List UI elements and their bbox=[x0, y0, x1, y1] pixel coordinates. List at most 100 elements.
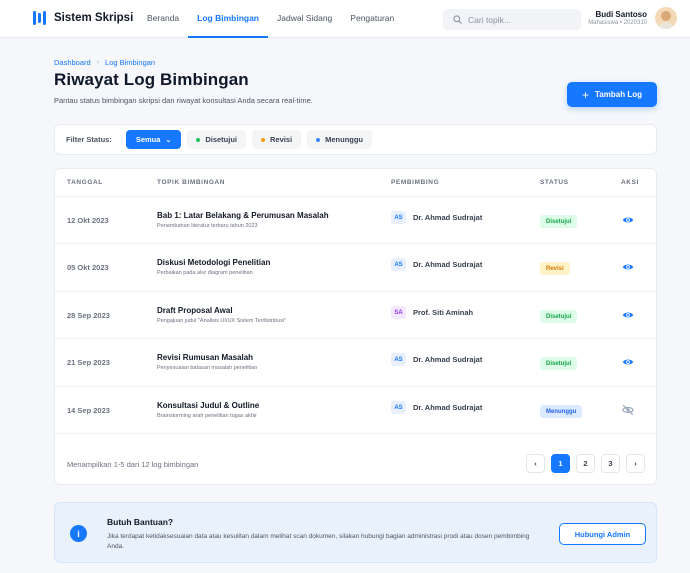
filter-chip-label: Disetujui bbox=[205, 135, 237, 144]
brand-name: Sistem Skripsi bbox=[54, 12, 134, 24]
filter-chip-semua[interactable]: Semua ⌄ bbox=[125, 130, 182, 149]
pagination-next-button[interactable]: › bbox=[626, 454, 645, 473]
pagination-prev-button[interactable]: ‹ bbox=[526, 454, 545, 473]
brand-logo-icon bbox=[33, 11, 46, 25]
nav-item-log-bimbingan[interactable]: Log Bimbingan bbox=[188, 0, 268, 38]
nav-item-jadwal-sidang[interactable]: Jadwal Sidang bbox=[268, 0, 341, 38]
user-role: Mahasiswa • 2020310 bbox=[588, 20, 647, 26]
row-topic-title: Diskusi Metodologi Penelitian bbox=[157, 258, 271, 267]
row-advisor: AS Dr. Ahmad Sudrajat bbox=[391, 401, 482, 414]
user-menu[interactable]: Budi Santoso Mahasiswa • 2020310 bbox=[588, 7, 677, 29]
info-icon: i bbox=[70, 525, 87, 542]
breadcrumb-dashboard[interactable]: Dashboard bbox=[54, 58, 91, 67]
row-topic: Draft Proposal Awal Pengajuan judul "Ana… bbox=[157, 306, 286, 324]
row-advisor: AS Dr. Ahmad Sudrajat bbox=[391, 258, 482, 271]
breadcrumb-separator-icon: › bbox=[96, 59, 100, 66]
pagination-info: Menampilkan 1-5 dari 12 log bimbingan bbox=[67, 460, 199, 469]
row-topic-desc: Penyesuaian batasan masalah penelitian bbox=[157, 365, 258, 371]
contact-admin-button[interactable]: Hubungi Admin bbox=[559, 523, 646, 545]
table-row[interactable]: 28 Sep 2023 Draft Proposal Awal Pengajua… bbox=[55, 292, 656, 339]
avatar[interactable] bbox=[655, 7, 677, 29]
nav-item-pengaturan[interactable]: Pengaturan bbox=[341, 0, 403, 38]
pagination: ‹ 1 2 3 › bbox=[526, 454, 645, 473]
pagination-page-1[interactable]: 1 bbox=[551, 454, 570, 473]
filter-bar: Filter Status: Semua ⌄ Disetujui Revisi … bbox=[54, 124, 657, 155]
advisor-name: Dr. Ahmad Sudrajat bbox=[413, 355, 483, 364]
table-row[interactable]: 12 Okt 2023 Bab 1: Latar Belakang & Peru… bbox=[55, 197, 656, 244]
advisor-initials-avatar: AS bbox=[391, 258, 406, 271]
main-nav: Beranda Log Bimbingan Jadwal Sidang Peng… bbox=[138, 0, 403, 38]
nav-item-beranda[interactable]: Beranda bbox=[138, 0, 188, 38]
column-header-date[interactable]: TANGGAL bbox=[67, 179, 103, 186]
filter-chip-revisi[interactable]: Revisi bbox=[252, 130, 302, 149]
row-topic: Diskusi Metodologi Penelitian Perbaikan … bbox=[157, 258, 270, 276]
filter-chip-label: Semua bbox=[135, 135, 161, 144]
add-log-label: Tambah Log bbox=[595, 90, 642, 99]
eye-icon[interactable] bbox=[622, 309, 634, 321]
filter-chip-label: Revisi bbox=[270, 135, 293, 144]
row-topic-title: Bab 1: Latar Belakang & Perumusan Masala… bbox=[157, 211, 329, 220]
table-row[interactable]: 05 Okt 2023 Diskusi Metodologi Penelitia… bbox=[55, 244, 656, 292]
filter-chip-disetujui[interactable]: Disetujui bbox=[187, 130, 246, 149]
user-name: Budi Santoso bbox=[595, 10, 647, 19]
plus-icon: + bbox=[582, 87, 590, 102]
filter-label: Filter Status: bbox=[66, 135, 112, 144]
row-topic-desc: Pengajuan judul "Analisis UI/UX Sistem T… bbox=[157, 318, 287, 324]
chevron-down-icon: ⌄ bbox=[165, 136, 172, 144]
eye-icon[interactable] bbox=[622, 261, 634, 273]
table-row[interactable]: 21 Sep 2023 Revisi Rumusan Masalah Penye… bbox=[55, 339, 656, 387]
column-header-topic[interactable]: TOPIK BIMBINGAN bbox=[157, 179, 225, 186]
advisor-name: Prof. Siti Aminah bbox=[413, 308, 474, 317]
row-advisor: AS Dr. Ahmad Sudrajat bbox=[391, 353, 482, 366]
status-dot-icon bbox=[261, 137, 265, 142]
search-input[interactable] bbox=[468, 14, 578, 25]
table-header: TANGGAL TOPIK BIMBINGAN PEMBIMBING STATU… bbox=[55, 169, 656, 197]
row-date: 14 Sep 2023 bbox=[67, 406, 110, 415]
filter-chip-menunggu[interactable]: Menunggu bbox=[307, 130, 373, 149]
status-badge: Menunggu bbox=[540, 405, 583, 418]
eye-off-icon[interactable] bbox=[622, 404, 634, 416]
row-advisor: SA Prof. Siti Aminah bbox=[391, 306, 473, 319]
row-topic: Bab 1: Latar Belakang & Perumusan Masala… bbox=[157, 211, 329, 229]
brand[interactable]: Sistem Skripsi bbox=[33, 11, 133, 25]
row-advisor: AS Dr. Ahmad Sudrajat bbox=[391, 211, 482, 224]
advisor-initials-avatar: AS bbox=[391, 353, 406, 366]
page-title: Riwayat Log Bimbingan bbox=[54, 70, 249, 89]
row-topic-desc: Penambahan literatur terbaru tahun 2023 bbox=[157, 223, 258, 229]
row-topic-title: Revisi Rumusan Masalah bbox=[157, 353, 254, 362]
row-date: 28 Sep 2023 bbox=[67, 311, 110, 320]
log-table: TANGGAL TOPIK BIMBINGAN PEMBIMBING STATU… bbox=[54, 168, 657, 485]
user-info: Budi Santoso Mahasiswa • 2020310 bbox=[588, 10, 647, 26]
status-badge: Disetujui bbox=[540, 310, 578, 323]
advisor-initials-avatar: AS bbox=[391, 401, 406, 414]
row-topic-desc: Brainstorming arah penelitian tugas akhi… bbox=[157, 413, 257, 419]
advisor-name: Dr. Ahmad Sudrajat bbox=[413, 213, 483, 222]
row-date: 05 Okt 2023 bbox=[67, 263, 109, 272]
breadcrumb-current: Log Bimbingan bbox=[105, 58, 156, 67]
row-topic-title: Konsultasi Judul & Outline bbox=[157, 401, 260, 410]
table-row[interactable]: 14 Sep 2023 Konsultasi Judul & Outline B… bbox=[55, 387, 656, 434]
row-date: 21 Sep 2023 bbox=[67, 358, 110, 367]
row-topic-desc: Perbaikan pada alur diagram penelitian bbox=[157, 270, 253, 276]
add-log-button[interactable]: + Tambah Log bbox=[567, 82, 657, 107]
advisor-name: Dr. Ahmad Sudrajat bbox=[413, 260, 483, 269]
row-topic-title: Draft Proposal Awal bbox=[157, 306, 233, 315]
advisor-initials-avatar: SA bbox=[391, 306, 406, 319]
column-header-advisor[interactable]: PEMBIMBING bbox=[391, 179, 439, 186]
eye-icon[interactable] bbox=[622, 214, 634, 226]
top-navigation-bar: Sistem Skripsi Beranda Log Bimbingan Jad… bbox=[0, 0, 690, 38]
status-badge: Disetujui bbox=[540, 215, 578, 228]
pagination-page-2[interactable]: 2 bbox=[576, 454, 595, 473]
status-dot-icon bbox=[316, 137, 321, 142]
eye-icon[interactable] bbox=[622, 356, 634, 368]
pagination-page-3[interactable]: 3 bbox=[601, 454, 620, 473]
advisor-name: Dr. Ahmad Sudrajat bbox=[413, 403, 483, 412]
row-date: 12 Okt 2023 bbox=[67, 216, 109, 225]
help-title: Butuh Bantuan? bbox=[107, 517, 174, 527]
search-icon bbox=[453, 15, 462, 24]
advisor-initials-avatar: AS bbox=[391, 211, 406, 224]
column-header-status[interactable]: STATUS bbox=[540, 179, 569, 186]
status-badge: Disetujui bbox=[540, 357, 578, 370]
breadcrumb: Dashboard › Log Bimbingan bbox=[54, 58, 155, 67]
row-topic: Konsultasi Judul & Outline Brainstorming… bbox=[157, 401, 259, 419]
